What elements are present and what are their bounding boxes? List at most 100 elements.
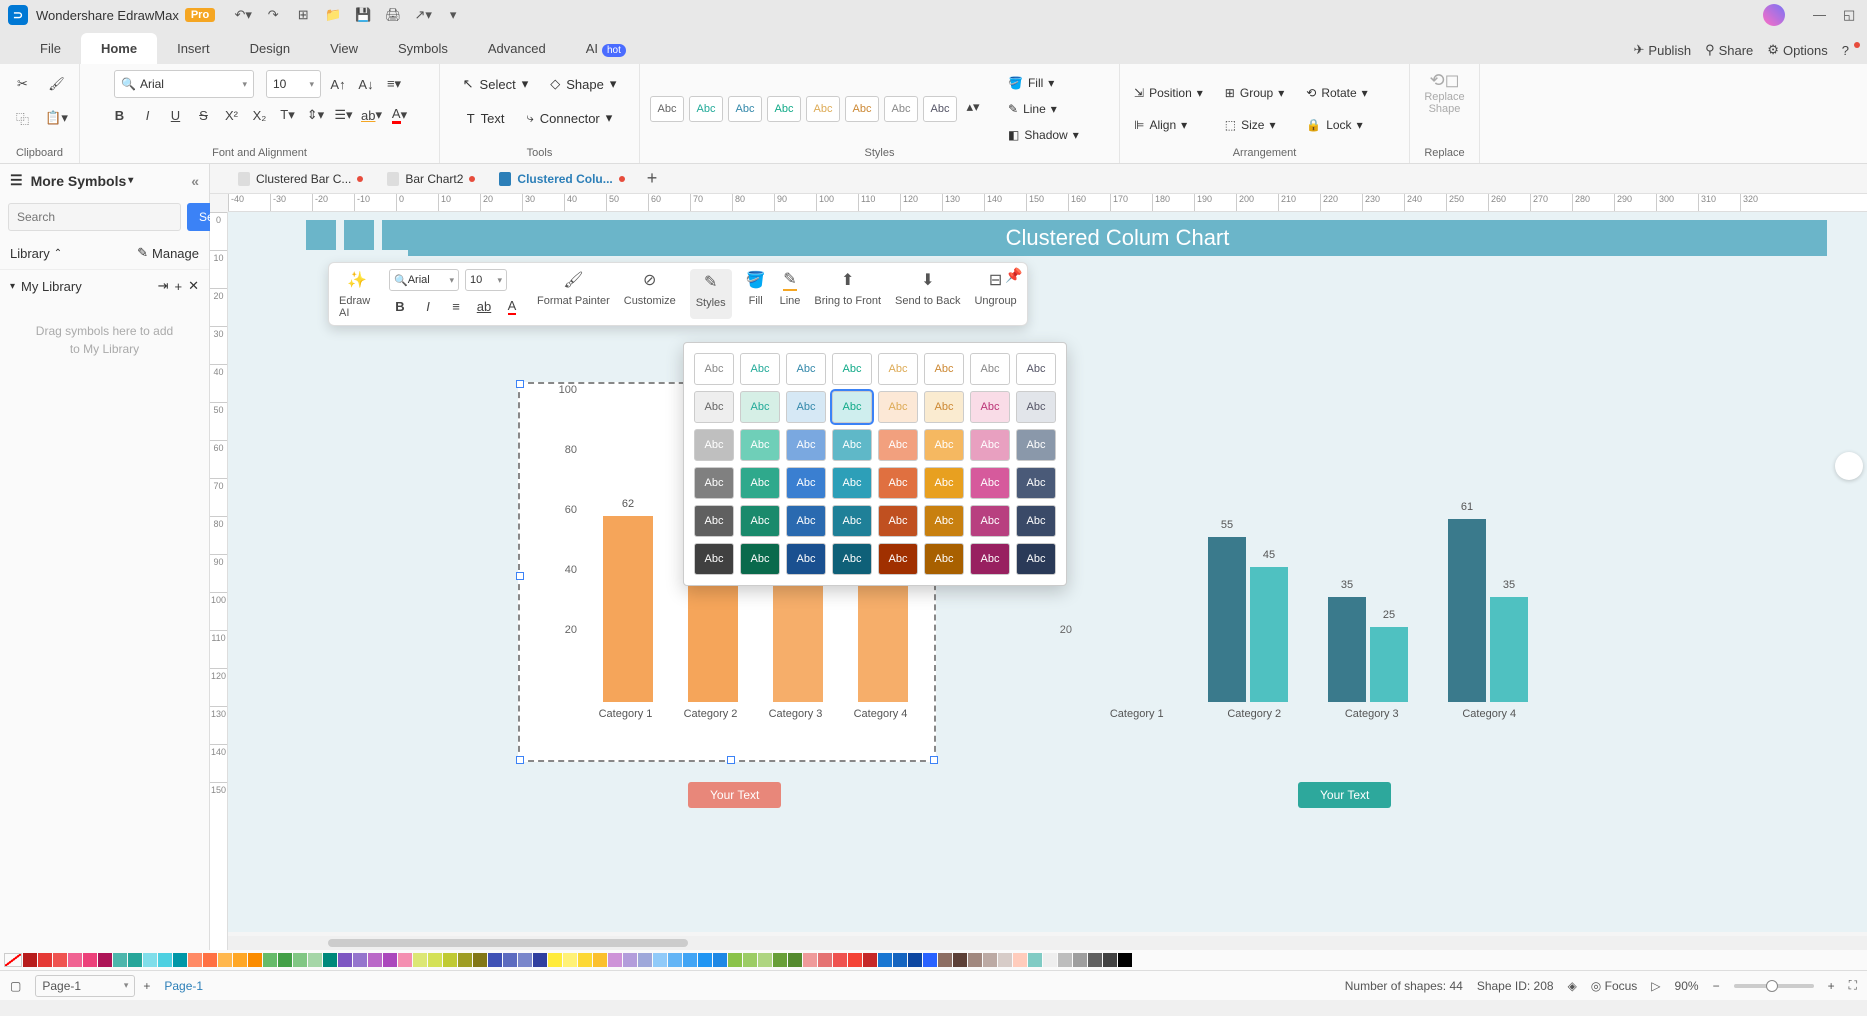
color-swatch[interactable] [683,953,697,967]
format-painter-icon[interactable]: 🖌 [43,70,71,98]
page-dropdown[interactable]: Page-1▾ [35,975,135,997]
color-swatch[interactable] [548,953,562,967]
color-swatch[interactable] [458,953,472,967]
style-swatch[interactable]: Abc [728,96,762,122]
color-swatch[interactable] [23,953,37,967]
style-swatch[interactable]: Abc [689,96,723,122]
style-option[interactable]: Abc [924,467,964,499]
color-swatch[interactable] [758,953,772,967]
style-option[interactable]: Abc [878,429,918,461]
fill-dropdown[interactable]: 🪣 Fill ▾ [1004,73,1083,93]
color-swatch[interactable] [998,953,1012,967]
color-swatch[interactable] [848,953,862,967]
style-option[interactable]: Abc [878,353,918,385]
save-icon[interactable]: 💾 [355,7,371,23]
style-swatch[interactable]: Abc [806,96,840,122]
layers-icon[interactable]: ◈ [1568,979,1577,993]
style-option[interactable]: Abc [832,505,872,537]
your-text-button-2[interactable]: Your Text [1298,782,1391,808]
color-swatch[interactable] [68,953,82,967]
tab-file[interactable]: File [20,33,81,64]
copy-icon[interactable]: ⿻ [9,104,37,132]
focus-button[interactable]: ◎ Focus [1591,979,1638,993]
more-icon[interactable]: ▾ [445,7,461,23]
color-swatch[interactable] [638,953,652,967]
color-swatch[interactable] [713,953,727,967]
style-swatch[interactable]: Abc [884,96,918,122]
redo-icon[interactable]: ↷ [265,7,281,23]
color-swatch[interactable] [323,953,337,967]
style-option[interactable]: Abc [832,467,872,499]
my-library-label[interactable]: My Library [21,279,82,294]
user-avatar[interactable] [1763,4,1785,26]
zoom-in-icon[interactable]: + [1828,979,1835,993]
float-color-icon[interactable]: A [501,295,523,317]
style-option[interactable]: Abc [832,353,872,385]
float-italic-icon[interactable]: I [417,295,439,317]
library-close-icon[interactable]: ✕ [188,278,199,294]
maximize-icon[interactable]: ◱ [1843,7,1859,23]
color-swatch[interactable] [503,953,517,967]
share-button[interactable]: ⚲ Share [1705,42,1753,58]
style-option[interactable]: Abc [970,467,1010,499]
style-scroll-icon[interactable]: ▴▾ [962,96,984,118]
style-option[interactable]: Abc [786,391,826,423]
hamburger-icon[interactable]: ☰ [10,172,23,189]
style-option[interactable]: Abc [878,543,918,575]
color-swatch[interactable] [563,953,577,967]
manage-label[interactable]: Manage [152,246,199,261]
color-swatch[interactable] [938,953,952,967]
style-option[interactable]: Abc [740,467,780,499]
decrease-font-icon[interactable]: A↓ [355,73,377,95]
style-option[interactable]: Abc [1016,505,1056,537]
color-swatch[interactable] [413,953,427,967]
color-swatch[interactable] [203,953,217,967]
color-swatch[interactable] [218,953,232,967]
style-option[interactable]: Abc [1016,543,1056,575]
color-swatch[interactable] [38,953,52,967]
color-swatch[interactable] [1103,953,1117,967]
line-spacing-icon[interactable]: ⇕▾ [305,104,327,126]
position-dropdown[interactable]: ⇲ Position ▾ [1130,83,1207,103]
style-option[interactable]: Abc [924,505,964,537]
print-icon[interactable]: 🖨 [385,7,401,23]
color-swatch[interactable] [353,953,367,967]
style-option[interactable]: Abc [740,353,780,385]
fit-page-icon[interactable]: ⛶ [1849,978,1857,993]
style-swatch[interactable]: Abc [767,96,801,122]
presentation-icon[interactable]: ▷ [1651,979,1660,993]
style-option[interactable]: Abc [924,391,964,423]
tab-design[interactable]: Design [230,33,310,64]
style-swatch[interactable]: Abc [845,96,879,122]
color-swatch[interactable] [428,953,442,967]
group-dropdown[interactable]: ⊞ Group ▾ [1221,83,1288,103]
size-dropdown[interactable]: ⬚ Size ▾ [1221,115,1288,135]
style-option[interactable]: Abc [694,543,734,575]
color-swatch[interactable] [968,953,982,967]
format-painter-button[interactable]: 🖌Format Painter [537,269,610,319]
line-dropdown[interactable]: ✎ Line ▾ [1004,99,1083,119]
color-swatch[interactable] [233,953,247,967]
style-option[interactable]: Abc [694,353,734,385]
style-option[interactable]: Abc [970,429,1010,461]
color-swatch[interactable] [1043,953,1057,967]
library-import-icon[interactable]: ⇥ [158,278,169,294]
style-option[interactable]: Abc [970,353,1010,385]
symbol-search-input[interactable] [8,203,181,231]
tab-home[interactable]: Home [81,33,157,64]
color-swatch[interactable] [443,953,457,967]
increase-font-icon[interactable]: A↑ [327,73,349,95]
font-size-select[interactable]: 10▾ [266,70,321,98]
bold-icon[interactable]: B [109,104,131,126]
doc-tab[interactable]: Clustered Bar C... [228,168,373,190]
lock-dropdown[interactable]: 🔒 Lock ▾ [1302,115,1371,135]
color-swatch[interactable] [1073,953,1087,967]
style-swatch[interactable]: Abc [923,96,957,122]
color-swatch[interactable] [263,953,277,967]
color-swatch[interactable] [923,953,937,967]
minimize-icon[interactable]: — [1813,7,1829,23]
connector-tool[interactable]: ⤷ Connector ▾ [519,104,621,132]
style-option[interactable]: Abc [832,391,872,423]
float-size-select[interactable]: 10▾ [465,269,507,291]
subscript-icon[interactable]: X₂ [249,104,271,126]
